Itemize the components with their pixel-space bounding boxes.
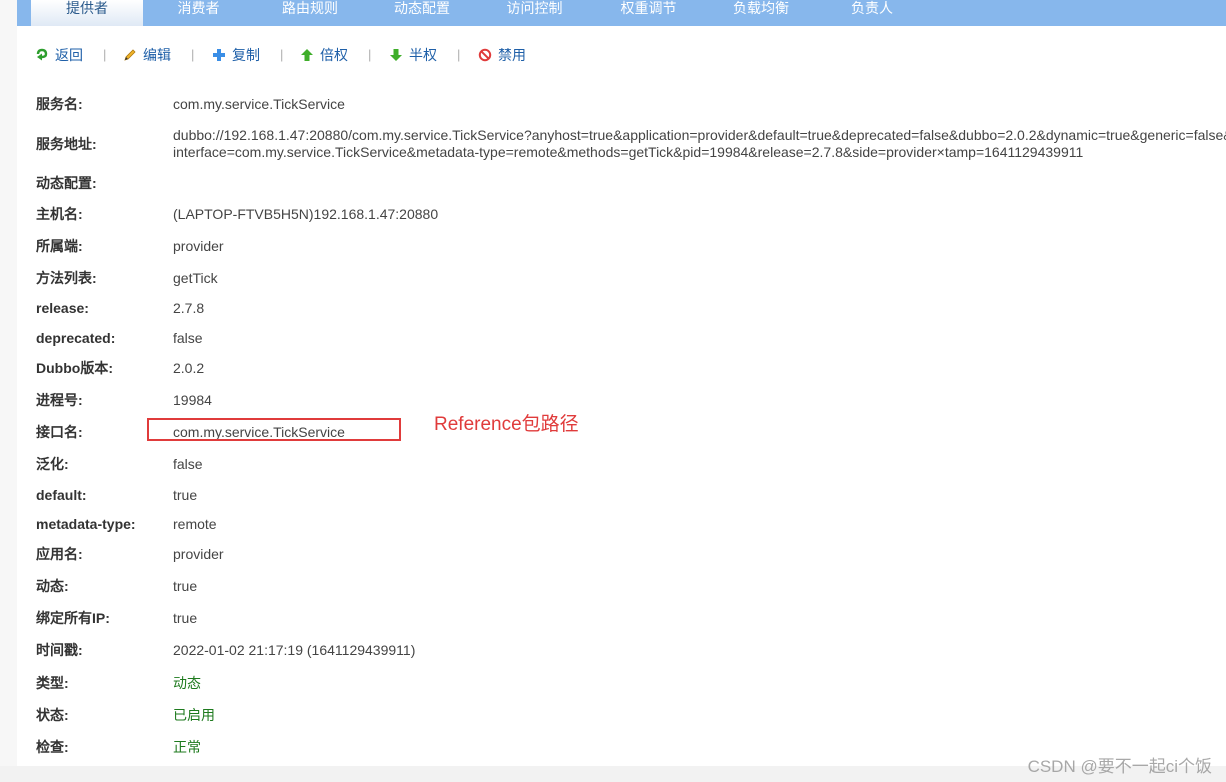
field-label: 绑定所有IP: (36, 610, 110, 626)
copy-label: 复制 (232, 47, 260, 63)
field-label: 服务名: (36, 96, 83, 112)
field-label: 动态配置: (36, 175, 97, 191)
left-gutter (0, 0, 17, 782)
annotation-text: Reference包路径 (434, 414, 579, 435)
half-weight-button[interactable]: 半权 (389, 44, 437, 66)
field-value: true (173, 610, 198, 626)
tab-load-balance[interactable]: 负载均衡 (706, 0, 816, 26)
toolbar-separator: | (191, 47, 195, 62)
toolbar-separator: | (103, 47, 107, 62)
field-value: 动态 (173, 675, 201, 691)
arrow-down-icon (390, 49, 402, 61)
field-value: getTick (173, 270, 218, 286)
field-label: metadata-type: (36, 516, 136, 532)
field-label: 进程号: (36, 392, 83, 408)
edit-label: 编辑 (143, 47, 171, 63)
tab-routing-rules[interactable]: 路由规则 (254, 0, 366, 26)
disable-label: 禁用 (498, 47, 526, 63)
toolbar-separator: | (457, 47, 461, 62)
toolbar-separator: | (368, 47, 372, 62)
field-label: default: (36, 487, 87, 503)
field-label: 泛化: (36, 456, 69, 472)
tab-weight[interactable]: 权重调节 (591, 0, 706, 26)
interface-highlight-box (147, 418, 401, 441)
watermark: CSDN @要不一起ci个饭 (1027, 757, 1212, 776)
field-value: true (173, 578, 198, 594)
field-value: 2022-01-02 21:17:19 (1641129439911) (173, 642, 416, 658)
tab-owners[interactable]: 负责人 (816, 0, 928, 26)
edit-button[interactable]: 编辑 (123, 44, 171, 66)
field-label: 主机名: (36, 206, 83, 222)
toolbar-separator: | (280, 47, 284, 62)
tab-access-control[interactable]: 访问控制 (478, 0, 591, 26)
field-value: remote (173, 516, 217, 532)
field-label: 时间戳: (36, 642, 83, 658)
plus-icon (213, 49, 225, 61)
tab-bar: 提供者 消费者 路由规则 动态配置 访问控制 权重调节 负载均衡 负责人 (17, 0, 1226, 26)
back-label: 返回 (55, 47, 83, 63)
field-label: 方法列表: (36, 270, 97, 286)
status-value: 已启用 (173, 707, 215, 723)
field-label: 检查: (36, 739, 69, 755)
field-value: false (173, 456, 203, 472)
field-label: Dubbo版本: (36, 360, 113, 376)
field-label: 应用名: (36, 546, 83, 562)
field-value: false (173, 330, 203, 346)
field-value: 19984 (173, 392, 212, 408)
field-label: release: (36, 300, 89, 316)
tab-consumers[interactable]: 消费者 (143, 0, 254, 26)
tab-providers[interactable]: 提供者 (31, 0, 143, 26)
field-value: provider (173, 238, 224, 254)
forbidden-icon (478, 48, 492, 62)
back-arrow-icon (36, 48, 48, 61)
tab-dynamic-config[interactable]: 动态配置 (366, 0, 478, 26)
field-value: (LAPTOP-FTVB5H5N)192.168.1.47:20880 (173, 206, 439, 222)
disable-button[interactable]: 禁用 (478, 44, 526, 66)
half-weight-label: 半权 (409, 47, 437, 63)
double-weight-button[interactable]: 倍权 (300, 44, 348, 66)
field-value: provider (173, 546, 224, 562)
field-label: 所属端: (36, 238, 83, 254)
field-label: 服务地址: (36, 136, 97, 152)
arrow-up-icon (301, 49, 313, 61)
pencil-icon (124, 49, 136, 61)
field-label: 状态: (36, 707, 69, 723)
double-weight-label: 倍权 (320, 47, 348, 63)
copy-button[interactable]: 复制 (212, 44, 260, 66)
provider-detail-page: 提供者 消费者 路由规则 动态配置 访问控制 权重调节 负载均衡 负责人 返回 … (17, 0, 1226, 766)
field-value: com.my.service.TickService (173, 96, 345, 112)
back-button[interactable]: 返回 (35, 44, 83, 66)
field-label: deprecated: (36, 330, 116, 346)
field-value: 2.0.2 (173, 360, 205, 376)
field-value: true (173, 487, 198, 503)
field-value: 2.7.8 (173, 300, 205, 316)
field-label: 动态: (36, 578, 69, 594)
field-label: 类型: (36, 675, 69, 691)
check-value: 正常 (173, 739, 201, 755)
field-value: dubbo://192.168.1.47:20880/com.my.servic… (173, 127, 1226, 160)
